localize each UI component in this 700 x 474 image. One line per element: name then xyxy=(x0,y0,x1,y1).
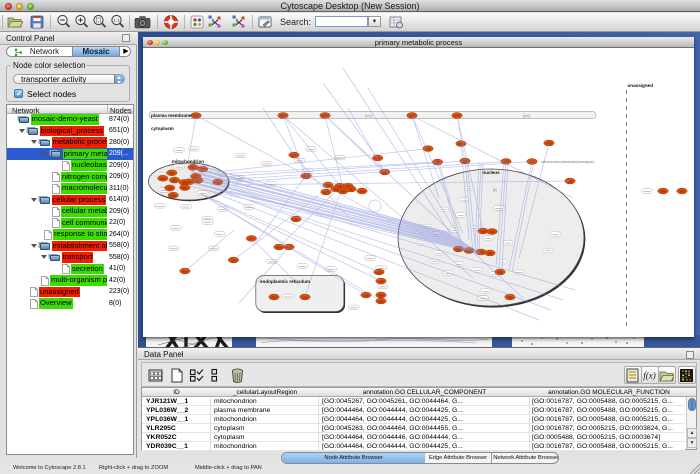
svg-text:[pm]: [pm] xyxy=(523,114,530,118)
svg-text:[om]: [om] xyxy=(365,114,372,118)
svg-text:mitochondrion|membrane|unassig: mitochondrion|membrane|unassigned xyxy=(541,160,594,164)
svg-text:1:1: 1:1 xyxy=(113,18,120,23)
svg-text:mitochondrion: mitochondrion xyxy=(172,159,204,164)
svg-text:[n]: [n] xyxy=(493,188,497,192)
svg-text:plasma membrane: plasma membrane xyxy=(151,113,192,118)
svg-text:cytoplasm: cytoplasm xyxy=(151,126,174,131)
svg-text:f(x): f(x) xyxy=(643,370,656,380)
svg-text:nucleus: nucleus xyxy=(482,170,500,175)
svg-text:unassigned: unassigned xyxy=(628,83,654,88)
svg-text:endoplasmic reticulum: endoplasmic reticulum xyxy=(260,279,310,284)
